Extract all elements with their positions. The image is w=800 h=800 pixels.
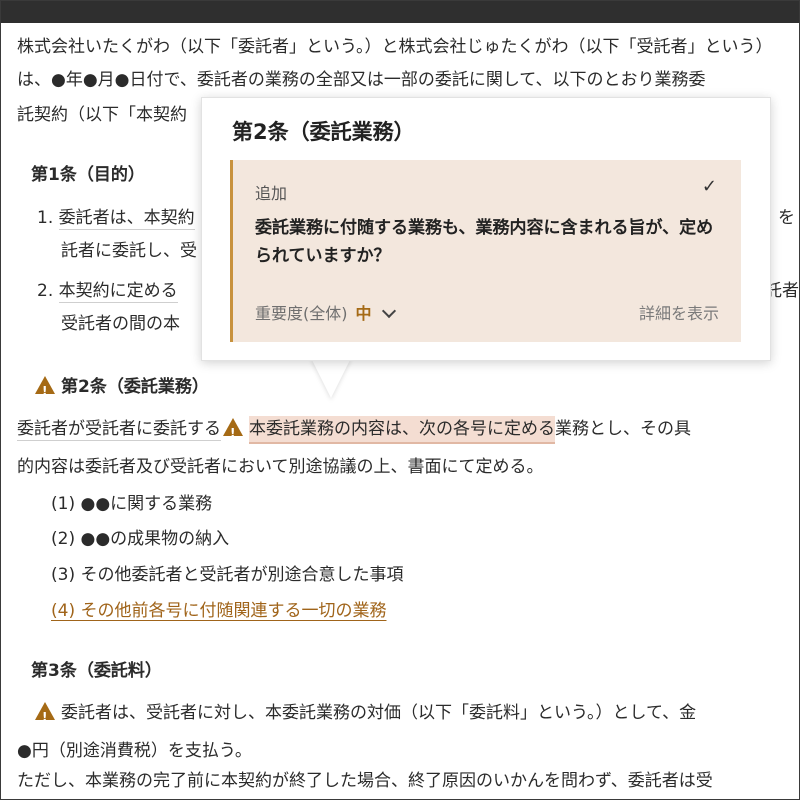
importance-selector[interactable]: 重要度(全体) 中 xyxy=(255,300,396,324)
popover-pointer xyxy=(311,358,351,398)
item-number: 2. xyxy=(37,281,54,301)
article-2-body-line-1: 委託者が受託者に委託する 本委託業務の内容は、次の各号に定める業務とし、その具 xyxy=(17,416,691,445)
article-1-item-1: 1. 委託者は、本契約 xyxy=(37,206,195,230)
article-3-line-2: ●円（別途消費税）を支払う。 xyxy=(17,741,252,761)
article-3-text-1: 委託者は、受託者に対し、本委託業務の対価（以下「委託料」という。）として、金 xyxy=(61,703,697,723)
check-icon[interactable]: ✓ xyxy=(702,176,717,197)
article-2-list-item-3: (3) その他委託者と受託者が別途合意した事項 xyxy=(51,565,404,585)
show-details-link[interactable]: 詳細を表示 xyxy=(639,300,719,324)
review-card: 追加 ✓ 委託業務に付随する業務も、業務内容に含まれる旨が、定められていますか？… xyxy=(230,160,741,342)
article-1-title: 第1条（目的） xyxy=(31,165,145,185)
article-3-title: 第3条（委託料） xyxy=(31,661,162,681)
importance-value: 中 xyxy=(355,304,372,323)
preamble-line-1: 株式会社いたくがわ（以下「委託者」という。）と株式会社じゅたくがわ（以下「受託者… xyxy=(17,37,773,57)
warning-icon[interactable] xyxy=(223,418,243,445)
app-frame: 株式会社いたくがわ（以下「委託者」という。）と株式会社じゅたくがわ（以下「受託者… xyxy=(0,0,800,800)
preamble-line-2: は、●年●月●日付で、委託者の業務の全部又は一部の委託に関して、以下のとおり業務… xyxy=(17,70,706,90)
article-3-line-1: 委託者は、受託者に対し、本委託業務の対価（以下「委託料」という。）として、金 xyxy=(35,701,697,729)
article-2-body-post: 業務とし、その具 xyxy=(555,419,691,439)
review-question: 委託業務に付随する業務も、業務内容に含まれる旨が、定められていますか？ xyxy=(255,218,714,266)
top-bar xyxy=(1,1,799,23)
chevron-down-icon[interactable] xyxy=(381,303,396,319)
popover-title: 第2条（委託業務） xyxy=(232,120,415,144)
flagged-clause-highlight[interactable]: 本委託業務の内容は、次の各号に定める xyxy=(249,416,555,444)
preamble-line-3: 託契約（以下「本契約 xyxy=(17,105,187,125)
review-type-label: 追加 xyxy=(255,184,288,203)
article-1-item-1-cont: 託者に委託し、受 xyxy=(61,241,197,261)
article-2-body-pre: 委託者が受託者に委託する xyxy=(17,419,221,441)
article-2-heading[interactable]: 第2条（委託業務） xyxy=(35,375,209,403)
item-text: 委託者は、本契約 xyxy=(58,208,195,230)
article-2-list-item-2: (2) ●●の成果物の納入 xyxy=(51,529,230,549)
importance-label: 重要度(全体) xyxy=(255,304,348,323)
article-2-title: 第2条（委託業務） xyxy=(61,377,209,397)
item-text: 本契約に定める xyxy=(58,281,178,303)
article-3-line-3: ただし、本業務の完了前に本契約が終了した場合、終了原因のいかんを問わず、委託者は… xyxy=(17,771,713,791)
article-1-item-2: 2. 本契約に定める xyxy=(37,279,178,303)
article-2-body-line-2: 的内容は委託者及び受託者において別途協議の上、書面にて定める。 xyxy=(17,457,544,477)
warning-icon xyxy=(35,376,55,403)
article-2-list-item-1: (1) ●●に関する業務 xyxy=(51,494,213,514)
article-1-item-2-cont: 受託者の間の本 xyxy=(61,314,180,334)
warning-icon[interactable] xyxy=(35,702,55,729)
article-2-added-item[interactable]: (4) その他前各号に付随関連する一切の業務 xyxy=(51,599,386,623)
item-number: 1. xyxy=(37,208,54,228)
review-popover: 第2条（委託業務） 追加 ✓ 委託業務に付随する業務も、業務内容に含まれる旨が、… xyxy=(201,97,771,361)
